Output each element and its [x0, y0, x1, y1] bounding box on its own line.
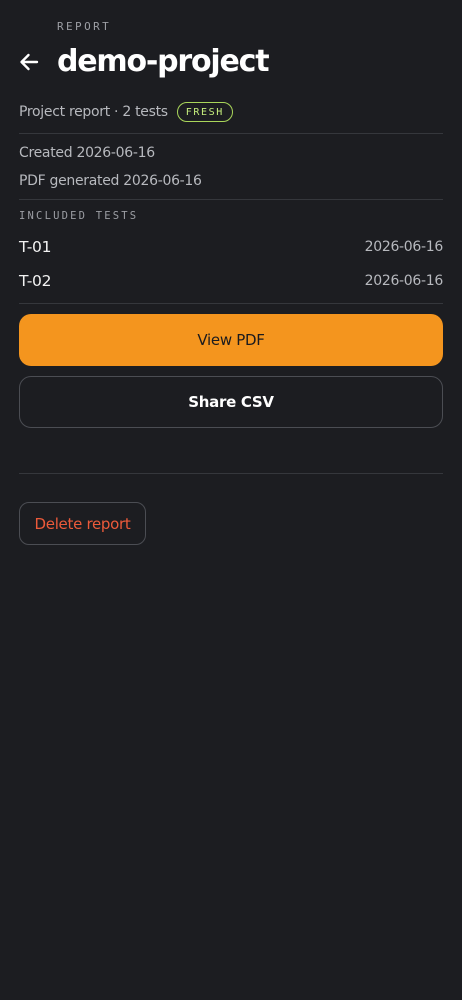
- included-tests-label: INCLUDED TESTS: [19, 210, 139, 222]
- created-date: Created 2026-06-16: [19, 145, 155, 161]
- test-id: T-01: [19, 238, 52, 256]
- view-pdf-button[interactable]: View PDF: [19, 314, 443, 366]
- page-eyebrow: REPORT: [57, 20, 112, 33]
- test-id: T-02: [19, 272, 52, 290]
- test-row[interactable]: T-02 2026-06-16: [19, 269, 443, 293]
- status-badge: FRESH: [176, 102, 233, 122]
- divider: [19, 473, 443, 474]
- back-button[interactable]: [14, 47, 44, 77]
- divider: [19, 303, 443, 304]
- divider: [19, 133, 443, 134]
- test-date: 2026-06-16: [364, 273, 444, 289]
- pdf-generated-date: PDF generated 2026-06-16: [19, 173, 202, 189]
- divider: [19, 199, 443, 200]
- report-subtitle: Project report · 2 tests: [19, 104, 168, 120]
- delete-report-button[interactable]: Delete report: [19, 502, 146, 545]
- test-row[interactable]: T-01 2026-06-16: [19, 235, 443, 259]
- arrow-left-icon: [20, 53, 39, 71]
- page-title: demo-project: [57, 44, 270, 79]
- report-summary: Project report · 2 tests FRESH: [19, 100, 233, 124]
- test-date: 2026-06-16: [364, 239, 444, 255]
- share-csv-button[interactable]: Share CSV: [19, 376, 443, 428]
- report-screen: REPORT demo-project Project report · 2 t…: [0, 0, 462, 1000]
